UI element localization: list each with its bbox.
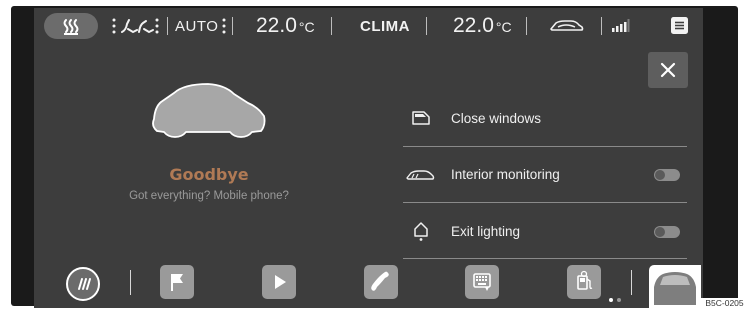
close-button[interactable] [648,52,688,88]
signal-strength-icon [612,19,630,32]
interior-monitoring-icon [406,170,435,180]
temperature-left-value: 22.0 [256,14,297,37]
climate-bar: AUTO 22.0 °C CLIMA 22.0 °C [34,8,703,44]
temperature-left-unit: °C [298,19,315,35]
window-icon [412,111,430,125]
separator [167,17,168,35]
seat-heating-button[interactable] [44,13,98,39]
auto-button[interactable]: AUTO [175,18,218,35]
car-silhouette [152,83,266,138]
separator [526,17,527,35]
phone-icon [371,271,389,291]
row-divider [403,258,687,259]
row-divider [403,146,687,147]
temperature-right[interactable]: 22.0 °C [453,14,512,38]
separator [331,17,332,35]
reference-code: B5C-0205 [700,298,749,309]
clima-button[interactable]: CLIMA [360,18,410,35]
goodbye-subtitle: Got everything? Mobile phone? [129,190,289,202]
toggle-knob [655,170,665,180]
row-divider [403,202,687,203]
flag-icon [171,274,183,291]
goodbye-title: Goodbye [169,165,249,184]
seat-heating-icon [63,19,79,35]
play-button[interactable] [262,265,296,299]
car-recirculation-icon[interactable] [549,18,585,34]
temperature-left[interactable]: 22.0 °C [256,14,315,38]
auto-dots-icon [222,18,226,34]
airflow-distribution-icon[interactable] [111,16,161,36]
option-label: Interior monitoring [451,167,560,182]
vehicle-button[interactable] [649,265,701,308]
fuel-icon [577,270,593,290]
vehicle-icon [654,272,696,305]
keypad-button[interactable] [465,265,499,299]
menu-icon[interactable] [671,17,688,34]
dock-separator [130,270,131,295]
close-icon [660,62,676,78]
page-dot [617,298,621,302]
infotainment-screen: AUTO 22.0 °C CLIMA 22.0 °C Goodbye Got e… [34,8,703,308]
play-icon [275,275,286,289]
phone-button[interactable] [364,265,398,299]
option-label: Close windows [451,111,542,126]
temperature-right-unit: °C [495,19,512,35]
interior-monitoring-toggle[interactable] [654,169,680,181]
rear-window-heater-icon [78,278,91,290]
page-dot-active [609,298,613,302]
fuel-button[interactable] [567,265,601,299]
exit-lighting-toggle[interactable] [654,226,680,238]
dock-separator [631,270,632,295]
toggle-knob [655,227,665,237]
temperature-right-value: 22.0 [453,14,494,37]
rear-window-heater-button[interactable] [66,267,100,301]
separator [601,17,602,35]
flag-button[interactable] [160,265,194,299]
exit-lighting-icon [414,222,428,241]
separator [426,17,427,35]
option-label: Exit lighting [451,224,521,239]
separator [232,17,233,35]
keypad-icon [473,273,491,291]
